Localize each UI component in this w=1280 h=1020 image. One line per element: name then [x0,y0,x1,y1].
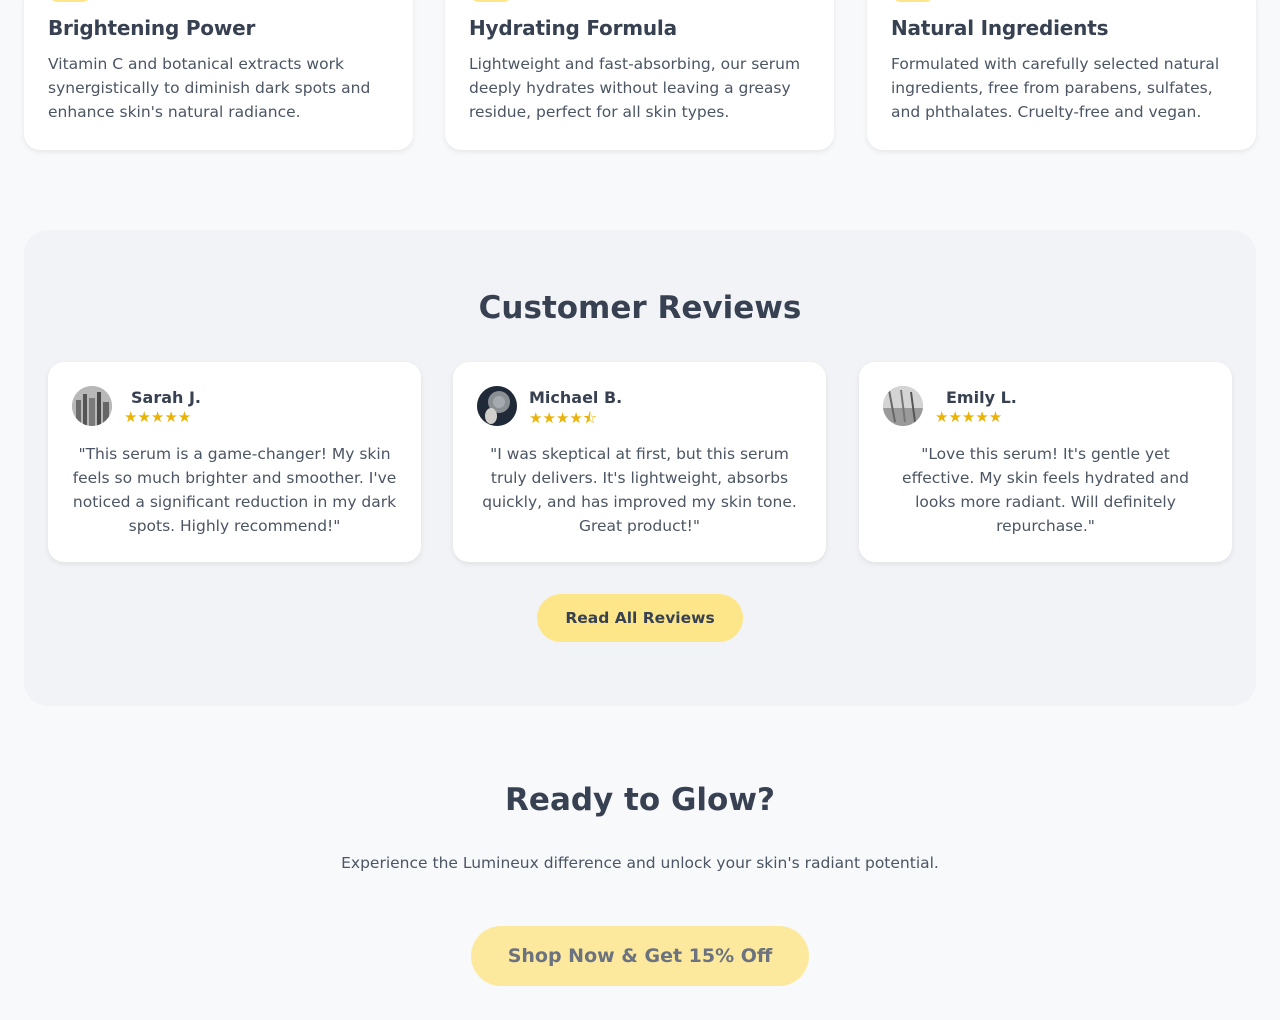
review-text: "I was skeptical at first, but this seru… [482,445,797,535]
reviewer-name: Michael B. [529,388,623,407]
feature-card-natural: Natural Ingredients Formulated with care… [867,0,1256,150]
review-text: "This serum is a game-changer! My skin f… [72,445,397,535]
review-card: Sarah J. ★★★★★ "This serum is a game-cha… [48,362,421,562]
avatar [883,386,923,426]
star-rating-icon: ★★★★★ [124,408,192,426]
review-text: "Love this serum! It's gentle yet effect… [902,445,1189,535]
star-rating-icon: ★★★★★ [935,408,1003,426]
feature-icon-badge [48,0,92,2]
shop-now-button[interactable]: Shop Now & Get 15% Off [471,926,809,986]
cta-subtitle: Experience the Lumineux difference and u… [341,854,939,872]
cta-heading: Ready to Glow? [505,782,775,818]
feature-title: Brightening Power [48,16,256,40]
feature-description: Vitamin C and botanical extracts work sy… [48,55,371,121]
feature-icon-badge [891,0,935,2]
feature-title: Hydrating Formula [469,16,677,40]
reviews-heading: Customer Reviews [478,290,802,326]
reviewer-name: Emily L. [946,388,1017,407]
avatar [477,386,517,426]
avatar [72,386,112,426]
star-rating-icon: ★★★★⯪ [529,409,597,427]
review-card: Emily L. ★★★★★ "Love this serum! It's ge… [859,362,1232,562]
feature-description: Lightweight and fast-absorbing, our seru… [469,55,801,121]
read-all-reviews-button[interactable]: Read All Reviews [537,594,743,642]
review-card: Michael B. ★★★★⯪ "I was skeptical at fir… [453,362,826,562]
feature-card-hydrating: Hydrating Formula Lightweight and fast-a… [445,0,834,150]
feature-title: Natural Ingredients [891,16,1109,40]
feature-description: Formulated with carefully selected natur… [891,55,1220,121]
customer-reviews-section: Customer Reviews Sarah J. ★★★★★ "This se… [24,230,1256,706]
feature-icon-badge [469,0,513,2]
features-row: Brightening Power Vitamin C and botanica… [24,0,1256,150]
reviewer-name: Sarah J. [131,388,201,407]
feature-card-brightening: Brightening Power Vitamin C and botanica… [24,0,413,150]
